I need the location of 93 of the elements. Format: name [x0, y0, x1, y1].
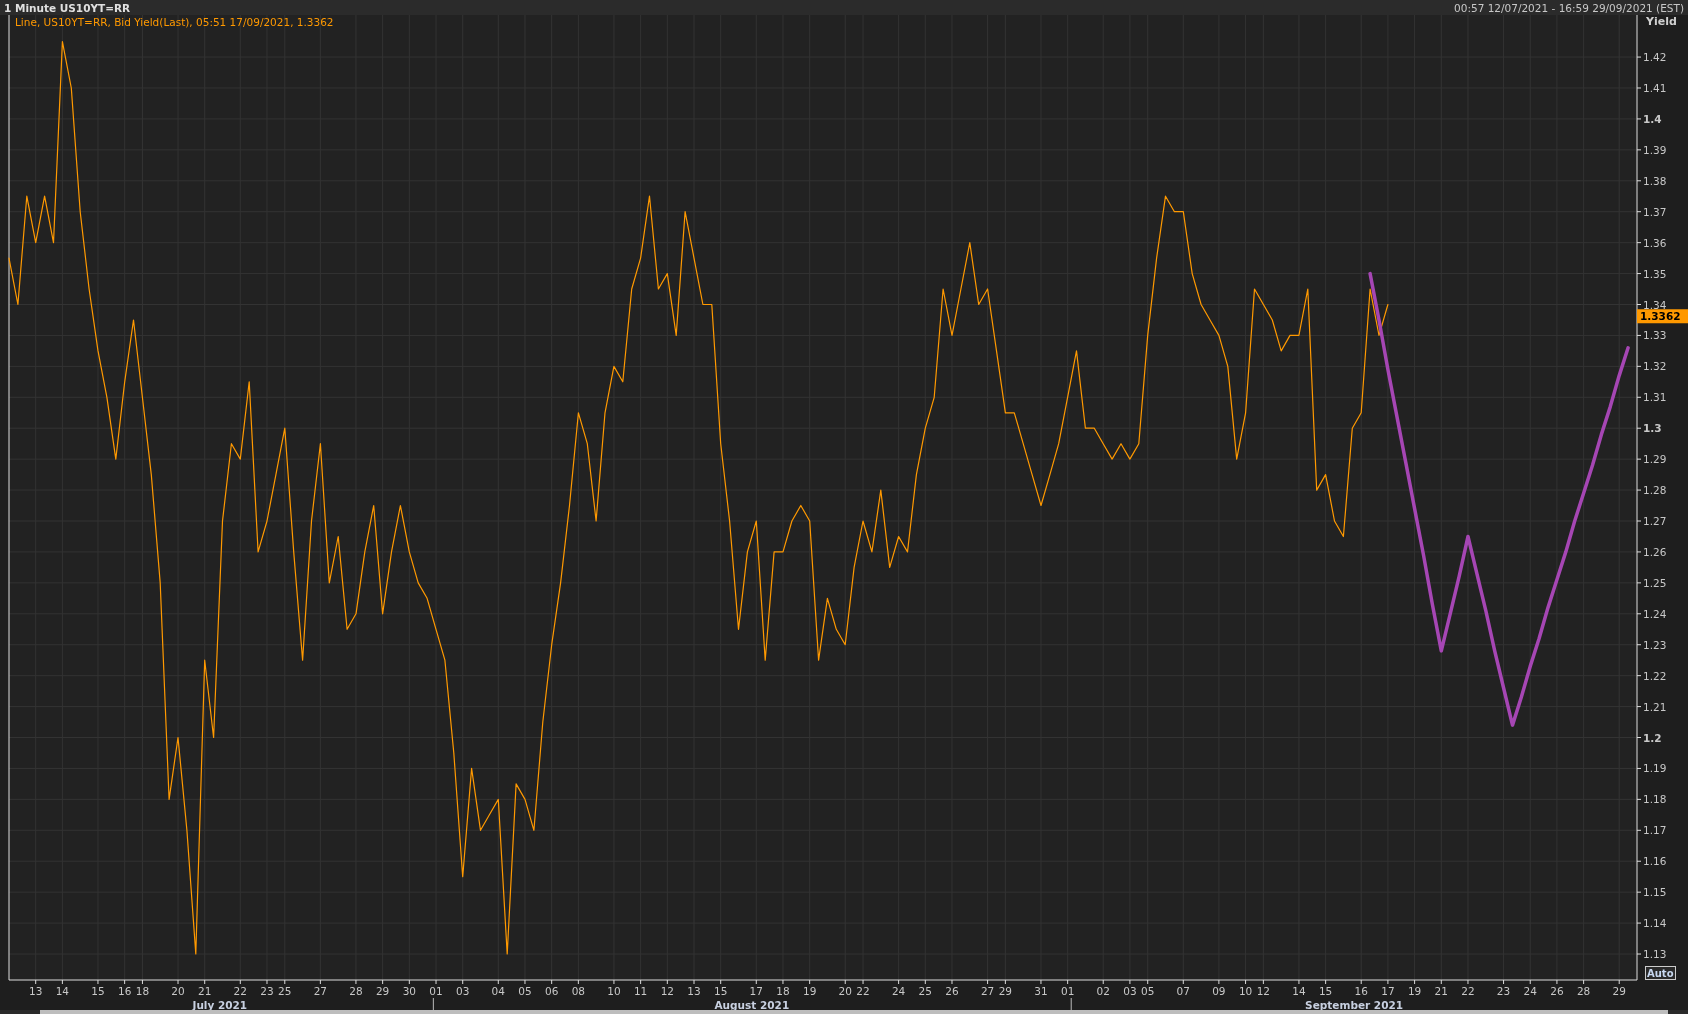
- x-tick-label: 12: [660, 985, 674, 997]
- x-tick-label: 23: [1496, 985, 1511, 997]
- y-tick-label: 1.23: [1643, 638, 1667, 651]
- y-tick-label: 1.33: [1643, 329, 1667, 342]
- x-tick-label: 28: [349, 985, 363, 997]
- x-tick-label: 16: [117, 985, 132, 997]
- y-tick-label: 1.21: [1643, 700, 1667, 713]
- x-tick-label: 28: [1576, 985, 1591, 997]
- x-tick-label: 03: [456, 985, 470, 997]
- y-tick-label: 1.31: [1643, 391, 1667, 404]
- y-tick-label: 1.41: [1643, 82, 1667, 94]
- date-range: 00:57 12/07/2021 - 16:59 29/09/2021 (EST): [1454, 1, 1684, 14]
- y-tick-label: 1.29: [1643, 453, 1667, 466]
- x-tick-label: 25: [278, 985, 292, 997]
- y-tick-label: 1.32: [1643, 360, 1667, 373]
- x-tick-label: 29: [1612, 985, 1626, 997]
- y-tick-label: 1.2: [1643, 731, 1662, 744]
- y-tick-label: 1.14: [1643, 917, 1667, 930]
- x-tick-label: 15: [1318, 985, 1333, 997]
- y-tick-label: 1.22: [1643, 669, 1667, 682]
- x-tick-label: 20: [838, 985, 852, 997]
- y-tick-label: 1.26: [1643, 545, 1667, 558]
- y-tick-label: 1.38: [1643, 174, 1667, 187]
- y-tick-label: 1.34: [1643, 298, 1667, 311]
- x-tick-label: 01: [429, 985, 443, 997]
- x-tick-label: 16: [1354, 985, 1368, 997]
- y-tick-label: 1.28: [1643, 484, 1667, 497]
- x-tick-label: 20: [171, 985, 185, 997]
- x-tick-label: 06: [545, 985, 559, 997]
- x-tick-label: 14: [55, 985, 70, 997]
- x-tick-label: 24: [891, 985, 906, 997]
- y-tick-label: 1.42: [1643, 51, 1667, 64]
- x-tick-label: 27: [980, 985, 995, 997]
- y-tick-label: 1.16: [1643, 855, 1667, 868]
- x-tick-label: 04: [491, 985, 505, 997]
- x-tick-label: 21: [1434, 985, 1448, 997]
- chart-title: 1 Minute US10YT=RR: [4, 1, 131, 14]
- x-tick-label: 05: [518, 985, 532, 997]
- x-tick-label: 23: [260, 985, 274, 997]
- auto-button[interactable]: Auto: [1645, 966, 1676, 980]
- last-value-tag: 1.3362: [1637, 309, 1688, 324]
- x-tick-label: 01: [1060, 985, 1075, 997]
- x-tick-label: 10: [607, 985, 621, 997]
- y-tick-label: 1.25: [1643, 576, 1667, 589]
- x-tick-label: 19: [1407, 985, 1422, 997]
- axis-label: Yield: [1646, 15, 1677, 28]
- x-tick-label: 26: [945, 985, 959, 997]
- x-tick-label: 19: [802, 985, 817, 997]
- x-tick-label: 13: [687, 985, 701, 997]
- x-tick-label: 31: [1034, 985, 1048, 997]
- x-tick-label: 05: [1141, 985, 1155, 997]
- y-tick-label: 1.35: [1643, 267, 1667, 280]
- y-tick-label: 1.15: [1643, 886, 1667, 899]
- legend-text: Line, US10YT=RR, Bid Yield(Last), 05:51 17/09/2021, 1.3362: [15, 16, 334, 28]
- x-tick-label: 07: [1176, 985, 1190, 997]
- y-tick-label: 1.37: [1643, 205, 1667, 218]
- x-tick-label: 10: [1238, 985, 1253, 997]
- y-tick-label: 1.17: [1643, 824, 1667, 837]
- x-tick-label: 03: [1123, 985, 1137, 997]
- x-tick-label: 30: [402, 985, 416, 997]
- y-tick-label: 1.4: [1643, 112, 1662, 125]
- x-tick-label: 24: [1523, 985, 1537, 997]
- scrollbar[interactable]: [0, 1010, 1688, 1014]
- x-tick-label: 17: [1381, 985, 1395, 997]
- x-tick-label: 15: [714, 985, 728, 997]
- y-tick-label: 1.36: [1643, 236, 1667, 249]
- x-tick-label: 26: [1550, 985, 1564, 997]
- x-tick-label: 18: [776, 985, 790, 997]
- x-tick-label: 15: [91, 985, 105, 997]
- y-tick-label: 1.13: [1643, 948, 1667, 960]
- x-tick-label: 22: [856, 985, 870, 997]
- x-tick-label: 09: [1212, 985, 1226, 997]
- x-tick-label: 29: [375, 985, 390, 997]
- x-tick-label: 25: [918, 985, 932, 997]
- x-tick-label: 08: [571, 985, 586, 997]
- x-tick-label: 22: [1461, 985, 1475, 997]
- x-tick-label: 27: [313, 985, 328, 997]
- y-tick-label: 1.19: [1643, 762, 1667, 775]
- x-tick-label: 18: [135, 985, 150, 997]
- y-tick-label: 1.3: [1643, 422, 1662, 435]
- x-tick-label: 14: [1292, 985, 1306, 997]
- y-tick-label: 1.27: [1643, 515, 1667, 527]
- x-tick-label: 02: [1096, 985, 1110, 997]
- x-tick-label: 17: [749, 985, 763, 997]
- x-tick-label: 13: [29, 985, 43, 997]
- y-tick-label: 1.18: [1643, 793, 1667, 806]
- x-tick-label: 21: [198, 985, 212, 997]
- y-tick-label: 1.24: [1643, 607, 1667, 620]
- x-tick-label: 22: [233, 985, 247, 997]
- x-tick-label: 12: [1256, 985, 1271, 997]
- x-tick-label: 29: [998, 985, 1013, 997]
- y-tick-label: 1.39: [1643, 143, 1667, 156]
- x-tick-label: 11: [633, 985, 648, 997]
